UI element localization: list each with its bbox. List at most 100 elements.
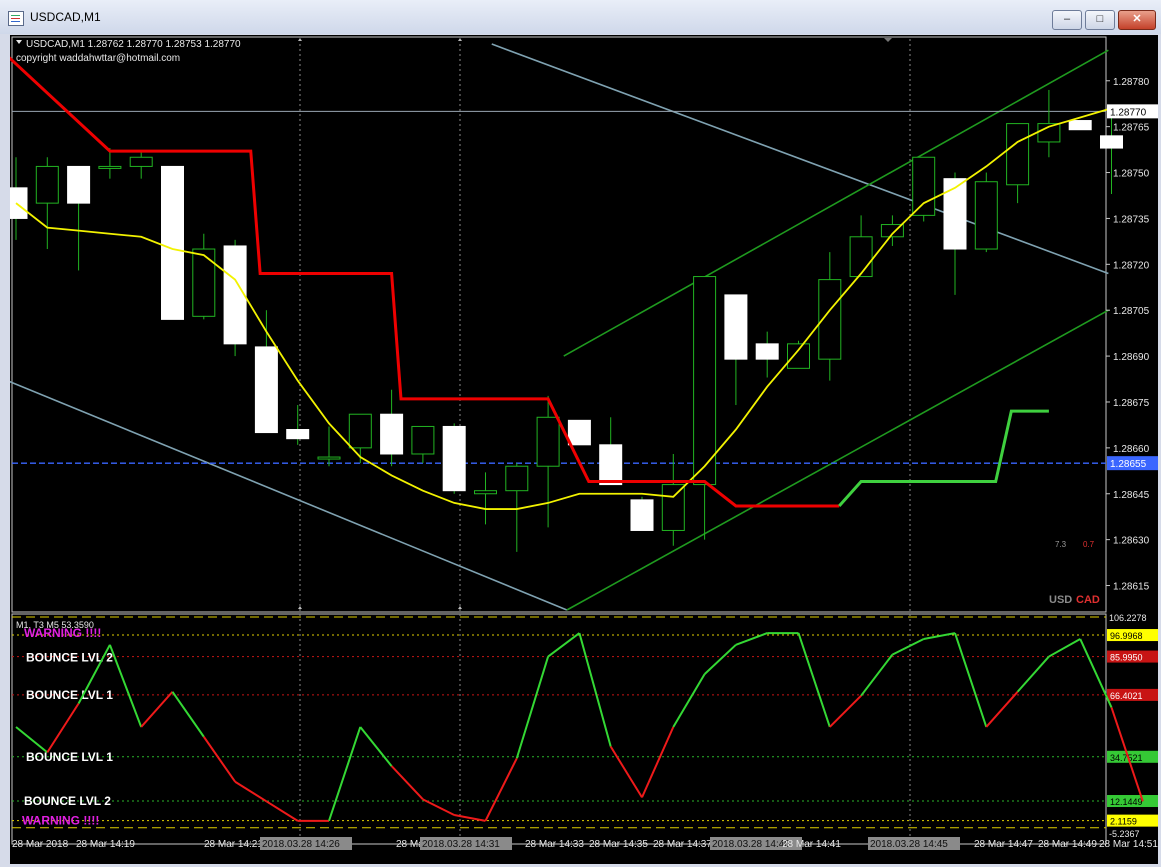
oscillator-segment xyxy=(390,765,424,801)
oscillator-segment xyxy=(954,632,988,728)
x-axis-label: 2018.03.28 14:31 xyxy=(422,839,500,850)
bear-candle xyxy=(254,346,278,434)
bounce-level-1-label-bottom: BOUNCE LVL 1 xyxy=(26,750,113,764)
current-price-label: 1.28770 xyxy=(1110,107,1147,118)
blue-level-label: 1.28655 xyxy=(1110,459,1147,470)
bull-candle xyxy=(348,413,372,449)
bear-candle xyxy=(599,444,623,486)
x-axis-label: 28 Mar 14:37 xyxy=(653,839,712,850)
bull-candle xyxy=(129,156,153,167)
bull-candle xyxy=(505,465,529,492)
maximize-button[interactable]: □ xyxy=(1085,10,1115,30)
marker-triangle-icon xyxy=(458,38,462,41)
price-tick-label: 1.28675 xyxy=(1113,398,1150,409)
oscillator-segment xyxy=(547,632,580,658)
bear-candle xyxy=(380,413,404,455)
bear-candle xyxy=(630,499,654,531)
bull-candle xyxy=(787,343,810,369)
bull-candle xyxy=(661,484,685,531)
oscillator-segment xyxy=(923,632,956,640)
oscillator-segment xyxy=(171,691,205,738)
oscillator-segment xyxy=(108,644,143,728)
bear-candle xyxy=(724,294,748,360)
price-tick-label: 1.28645 xyxy=(1113,490,1150,501)
price-tick-label: 1.28780 xyxy=(1113,77,1150,88)
oscillator-level-label: 66.4021 xyxy=(1110,691,1143,701)
bull-candle xyxy=(912,156,936,216)
bear-candle xyxy=(286,429,310,440)
warning-label-top: WARNING !!!! xyxy=(24,626,101,640)
bull-candle xyxy=(849,236,873,278)
chart-canvas[interactable]: 1.28780 1.28765 1.28750 1.28735 1.28720 1.287… xyxy=(10,35,1158,864)
oscillator-segment xyxy=(202,736,236,783)
oscillator-segment xyxy=(985,691,1019,728)
bear-candle xyxy=(755,343,779,360)
close-button[interactable]: ✕ xyxy=(1118,10,1156,30)
chart-area[interactable]: 1.28780 1.28765 1.28750 1.28735 1.28720 1.287… xyxy=(10,35,1158,864)
chart-window: USDCAD,M1 – □ ✕ 1.28780 1.28765 1.28750 1.2… xyxy=(0,0,1161,867)
x-axis-label: 28 Mar 14:41 xyxy=(782,839,841,850)
bull-candle xyxy=(536,416,560,467)
title-bar[interactable]: USDCAD,M1 – □ ✕ xyxy=(0,0,1161,34)
price-tick-label: 1.28615 xyxy=(1113,582,1150,593)
bounce-level-2-label-bottom: BOUNCE LVL 2 xyxy=(24,794,111,808)
marker-triangle-icon xyxy=(298,38,302,41)
x-axis-label: 28 Mar 14:49 xyxy=(1038,839,1097,850)
price-tick-label: 1.28765 xyxy=(1113,123,1150,134)
copyright-label: copyright waddahwttar@hotmail.com xyxy=(16,53,180,64)
bull-candle xyxy=(411,425,435,455)
main-panel-frame xyxy=(11,36,1107,613)
bull-candle xyxy=(192,248,216,317)
oscillator-segment xyxy=(1016,655,1050,693)
price-tick-label: 1.28735 xyxy=(1113,214,1150,225)
price-tick-label: 1.28705 xyxy=(1113,306,1150,317)
bear-candle xyxy=(567,419,591,446)
bear-candle xyxy=(10,187,28,219)
oscillator-level-label: 85.9950 xyxy=(1110,653,1143,663)
oscillator-min-label: -5.2367 xyxy=(1109,829,1140,839)
oscillator-segment xyxy=(515,656,550,759)
marker-triangle-icon xyxy=(298,606,302,609)
bear-candle xyxy=(67,165,91,204)
x-axis-label: 2018.03.28 14:40 xyxy=(712,839,790,850)
oscillator-segment xyxy=(797,632,831,728)
x-axis-label: 28 Mar 14:35 xyxy=(589,839,648,850)
bull-candle xyxy=(1006,123,1030,186)
window-title: USDCAD,M1 xyxy=(30,10,101,24)
bear-candle xyxy=(1068,120,1092,131)
oscillator-segment xyxy=(454,813,486,822)
bounce-level-1-label-top: BOUNCE LVL 1 xyxy=(26,688,113,702)
oscillator-segment xyxy=(1048,638,1081,658)
bull-candle xyxy=(974,181,998,250)
chart-menu-arrow-icon xyxy=(16,40,22,44)
oscillator-segment xyxy=(891,638,925,656)
oscillator-segment xyxy=(735,632,768,646)
oscillator-segment xyxy=(641,726,675,798)
oscillator-segment xyxy=(578,632,612,747)
bear-candle xyxy=(223,245,247,345)
bull-candle xyxy=(474,490,497,495)
oscillator-level-label: 2.1159 xyxy=(1110,817,1137,827)
x-axis-label: 28 Mar 14:21 xyxy=(204,839,263,850)
oscillator-segment xyxy=(422,798,455,816)
oscillator-level-label: 12.1449 xyxy=(1110,797,1143,807)
price-tick-label: 1.28690 xyxy=(1113,352,1150,363)
oscillator-segment xyxy=(703,644,737,675)
oscillator-segment xyxy=(484,757,518,822)
x-axis-label: 28 Mar 2018 xyxy=(12,839,69,850)
bear-candle xyxy=(442,425,466,492)
chart-window-icon xyxy=(8,11,24,26)
oscillator-segment xyxy=(328,726,362,822)
base-currency-label: USD xyxy=(1049,594,1072,606)
x-axis-label: 2018.03.28 14:26 xyxy=(262,839,340,850)
oscillator-segment xyxy=(234,780,267,803)
oscillator-segment xyxy=(609,746,643,798)
minimize-button[interactable]: – xyxy=(1052,10,1082,30)
x-axis-label: 2018.03.28 14:45 xyxy=(870,839,948,850)
usd-strength-value: 7.3 xyxy=(1055,540,1067,549)
chart-header-info: USDCAD,M1 1.28762 1.28770 1.28753 1.2877… xyxy=(26,39,241,50)
cad-strength-value: 0.7 xyxy=(1083,540,1095,549)
x-axis-label: 28 Mar 14:33 xyxy=(525,839,584,850)
bull-candle xyxy=(693,276,717,486)
shift-marker-icon xyxy=(884,38,892,42)
